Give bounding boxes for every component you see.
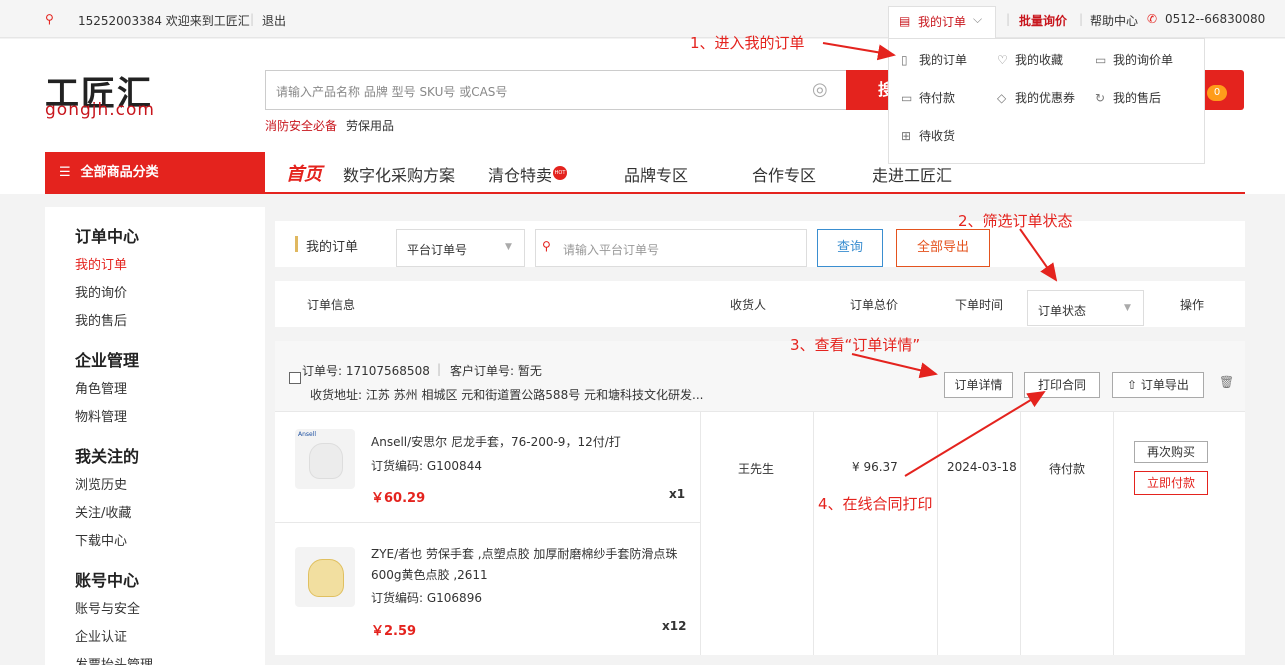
arrow-step-2 [1019, 228, 1058, 282]
arrow-step-3 [851, 353, 938, 379]
arrow-step-1 [822, 42, 896, 61]
annotation-arrows [822, 42, 1058, 477]
arrow-step-4 [904, 390, 1046, 477]
